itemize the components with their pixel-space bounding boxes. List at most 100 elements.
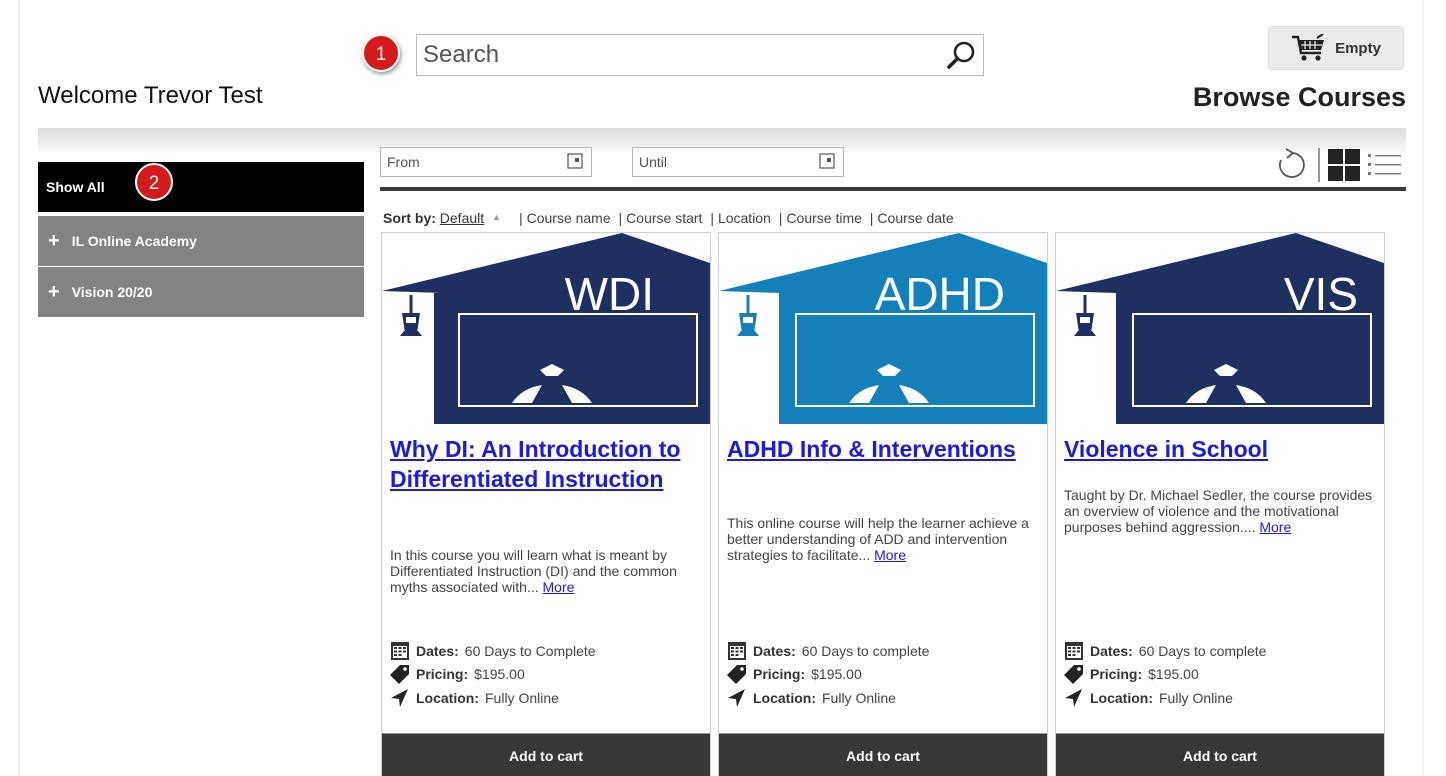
course-thumbnail[interactable]: VIS (1056, 233, 1384, 424)
course-thumbnail[interactable]: WDI (382, 233, 710, 424)
callout-badge-1: 1 (362, 34, 400, 72)
expand-plus-icon: + (48, 230, 60, 252)
search-box (416, 34, 984, 76)
pricing-label: Pricing: (753, 666, 806, 683)
from-date-field[interactable]: From (380, 147, 592, 177)
sidebar-item-label: Vision 20/20 (71, 284, 153, 300)
course-meta: Dates: 60 Days to Complete Pricing: $195… (390, 639, 596, 710)
sort-option-course-start[interactable]: Course start (626, 210, 702, 226)
course-title-link[interactable]: ADHD Info & Interventions (727, 435, 1039, 465)
pricing-label: Pricing: (1090, 666, 1143, 683)
course-meta: Dates: 60 Days to complete Pricing: $195… (1064, 639, 1266, 710)
course-dates: Dates: 60 Days to complete (727, 639, 929, 663)
page-right-border (1422, 0, 1424, 776)
calendar-icon (567, 153, 583, 169)
sidebar-item-show-all[interactable]: Show All (38, 162, 364, 212)
course-badge-text: WDI (565, 268, 654, 320)
course-card: VIS Violence in School Taught by Dr. Mic… (1055, 232, 1385, 776)
sidebar-item-il-online-academy[interactable]: + IL Online Academy (38, 216, 364, 266)
pricing-label: Pricing: (416, 666, 469, 683)
sort-option-location[interactable]: Location (718, 210, 771, 226)
location-label: Location: (1090, 689, 1153, 706)
dates-label: Dates: (416, 642, 459, 659)
pricing-value: $195.00 (811, 666, 862, 683)
course-badge-text: ADHD (875, 268, 1005, 320)
course-title-link[interactable]: Why DI: An Introduction to Differentiate… (390, 435, 702, 495)
location-arrow-icon (391, 688, 408, 707)
course-description-text: In this course you will learn what is me… (390, 547, 677, 596)
search-icon (947, 41, 975, 69)
add-to-cart-button[interactable]: Add to cart (719, 733, 1047, 776)
course-description: Taught by Dr. Michael Sedler, the course… (1064, 487, 1376, 536)
location-arrow-icon (728, 688, 745, 707)
expand-plus-icon: + (48, 281, 60, 303)
view-controls (1272, 146, 1404, 184)
cart-status-label: Empty (1335, 39, 1381, 57)
location-value: Fully Online (822, 689, 896, 706)
sort-separator: | (710, 210, 714, 226)
course-badge-text: VIS (1284, 268, 1358, 320)
more-link[interactable]: More (874, 547, 906, 563)
course-dates: Dates: 60 Days to Complete (390, 639, 596, 663)
shopping-cart-icon (1292, 34, 1325, 61)
calendar-icon (728, 641, 746, 660)
sidebar-item-label: IL Online Academy (71, 233, 197, 249)
course-location: Location: Fully Online (390, 686, 596, 710)
sort-label: Sort by: (383, 210, 436, 226)
page-title: Browse Courses (1192, 82, 1406, 112)
calendar-icon (1065, 641, 1083, 660)
pricing-value: $195.00 (474, 666, 525, 683)
calendar-icon (391, 641, 409, 660)
course-location: Location: Fully Online (1064, 686, 1266, 710)
sort-option-course-name[interactable]: Course name (527, 210, 611, 226)
location-arrow-icon (1065, 688, 1082, 707)
cart-button[interactable]: Empty (1268, 26, 1404, 70)
location-value: Fully Online (485, 689, 559, 706)
sort-bar: Sort by: Default ▲ | Course name | Course s… (383, 210, 954, 226)
sort-option-course-time[interactable]: Course time (786, 210, 861, 226)
course-dates: Dates: 60 Days to complete (1064, 639, 1266, 663)
sidebar-item-label: Show All (46, 179, 105, 195)
pricing-value: $195.00 (1148, 666, 1199, 683)
dates-label: Dates: (1090, 642, 1133, 659)
course-pricing: Pricing: $195.00 (1064, 663, 1266, 687)
sidebar-item-vision-2020[interactable]: + Vision 20/20 (38, 267, 364, 317)
welcome-message: Welcome Trevor Test (38, 82, 263, 109)
sort-ascending-icon: ▲ (492, 212, 502, 222)
course-thumbnail[interactable]: ADHD (719, 233, 1047, 424)
course-description: In this course you will learn what is me… (390, 547, 702, 596)
dates-value: 60 Days to complete (801, 642, 930, 659)
sort-separator: | (869, 210, 874, 226)
until-date-field[interactable]: Until (632, 147, 844, 177)
course-card: WDI Why DI: An Introduction to Different… (381, 232, 711, 776)
sort-separator: | (618, 210, 623, 226)
sort-option-course-date[interactable]: Course date (877, 210, 953, 226)
course-title-link[interactable]: Violence in School (1064, 435, 1376, 465)
location-label: Location: (416, 689, 479, 706)
dates-label: Dates: (753, 642, 796, 659)
callout-badge-2: 2 (135, 163, 173, 201)
course-meta: Dates: 60 Days to complete Pricing: $195… (727, 639, 929, 710)
list-view-icon[interactable] (1366, 148, 1404, 182)
course-description: This online course will help the learner… (727, 515, 1039, 564)
course-location: Location: Fully Online (727, 686, 929, 710)
until-date-placeholder: Until (639, 154, 668, 170)
search-button[interactable] (939, 35, 983, 75)
add-to-cart-button[interactable]: Add to cart (1056, 733, 1384, 776)
grid-view-icon[interactable] (1326, 147, 1362, 183)
search-input[interactable] (417, 35, 939, 75)
view-controls-divider (1318, 148, 1320, 182)
location-label: Location: (753, 689, 816, 706)
sort-separator: | (518, 210, 523, 226)
dates-value: 60 Days to Complete (464, 642, 596, 659)
dates-value: 60 Days to complete (1138, 642, 1267, 659)
refresh-icon[interactable] (1272, 146, 1312, 184)
more-link[interactable]: More (1259, 519, 1291, 535)
sort-option-default[interactable]: Default (440, 210, 484, 226)
price-tag-icon (1064, 665, 1083, 685)
filter-divider (380, 187, 1406, 191)
add-to-cart-button[interactable]: Add to cart (382, 733, 710, 776)
price-tag-icon (390, 665, 409, 685)
course-card: ADHD ADHD Info & Interventions This onli… (718, 232, 1048, 776)
more-link[interactable]: More (543, 579, 575, 595)
